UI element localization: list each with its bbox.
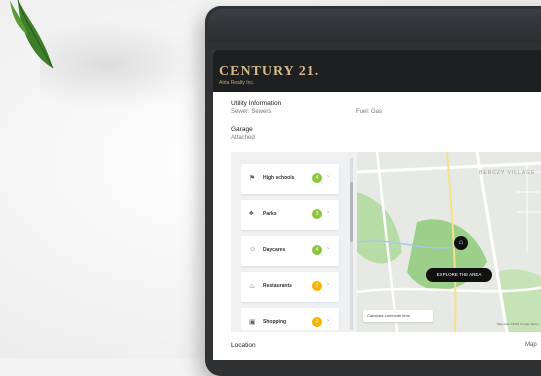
brand-header: CENTURY 21. Atria Realty Inc.	[213, 50, 541, 92]
amenity-label: High schools	[263, 175, 295, 181]
map-roads	[357, 152, 541, 332]
location-heading: Location	[231, 342, 256, 349]
amenity-label: Shopping	[263, 319, 287, 325]
map-attribution: Map data ©2024 Google Terms	[497, 322, 539, 326]
utility-heading: Utility Information	[231, 100, 282, 107]
brand-office: Atria Realty Inc.	[219, 80, 255, 86]
amenity-label: Daycares	[263, 247, 286, 253]
restaurant-icon: ♨	[249, 283, 256, 290]
shopping-icon: ▣	[249, 319, 256, 326]
daycare-icon: ☺	[249, 246, 257, 253]
map-area-label: BERCZY VILLAGE	[479, 170, 536, 176]
amenity-shopping[interactable]: ▣ Shopping 2 ›	[241, 308, 339, 330]
amenity-count-badge: 4	[312, 173, 322, 183]
utility-fuel: Fuel: Gas	[356, 109, 383, 115]
amenity-label: Parks	[263, 211, 277, 217]
garage-heading: Garage	[231, 126, 253, 133]
amenity-label: Restaurants	[263, 283, 292, 289]
explore-area-button[interactable]: EXPLORE THE AREA	[426, 268, 492, 282]
amenity-restaurants[interactable]: ♨ Restaurants 2 ›	[241, 272, 339, 302]
amenity-high-schools[interactable]: ⚑ High schools 4 ›	[241, 164, 339, 194]
plant-leaf	[8, 0, 68, 75]
listing-screen: CENTURY 21. Atria Realty Inc. Utility In…	[213, 50, 541, 360]
chevron-right-icon: ›	[327, 246, 329, 252]
park-icon: ♣	[249, 210, 254, 217]
amenity-count-badge: 2	[312, 317, 322, 327]
chevron-right-icon: ›	[327, 318, 329, 324]
brand-logo[interactable]: CENTURY 21.	[219, 64, 319, 80]
garage-value: Attached	[231, 135, 255, 141]
commute-input[interactable]: Calculate commute time	[363, 310, 433, 322]
school-icon: ⚑	[249, 175, 256, 182]
chevron-right-icon: ›	[327, 174, 329, 180]
tablet-cover	[208, 9, 541, 43]
neighbourhood-panel: ⚑ High schools 4 › ♣ Parks 3 › ☺ Daycare…	[231, 152, 541, 332]
amenity-list: ⚑ High schools 4 › ♣ Parks 3 › ☺ Daycare…	[241, 158, 346, 330]
utility-sewer: Sewer: Sewers	[231, 109, 272, 115]
chevron-right-icon: ›	[327, 282, 329, 288]
amenity-daycares[interactable]: ☺ Daycares 4 ›	[241, 236, 339, 266]
neighbourhood-map[interactable]: BERCZY VILLAGE ⌂ EXPLORE THE AREA Calcul…	[357, 152, 541, 332]
amenity-count-badge: 3	[312, 209, 322, 219]
amenity-scrollbar-thumb[interactable]	[350, 182, 353, 242]
amenity-count-badge: 2	[312, 281, 322, 291]
location-map-link[interactable]: Map	[525, 342, 537, 348]
amenity-count-badge: 4	[312, 245, 322, 255]
chevron-right-icon: ›	[327, 210, 329, 216]
amenity-parks[interactable]: ♣ Parks 3 ›	[241, 200, 339, 230]
home-pin-icon[interactable]: ⌂	[454, 236, 468, 250]
